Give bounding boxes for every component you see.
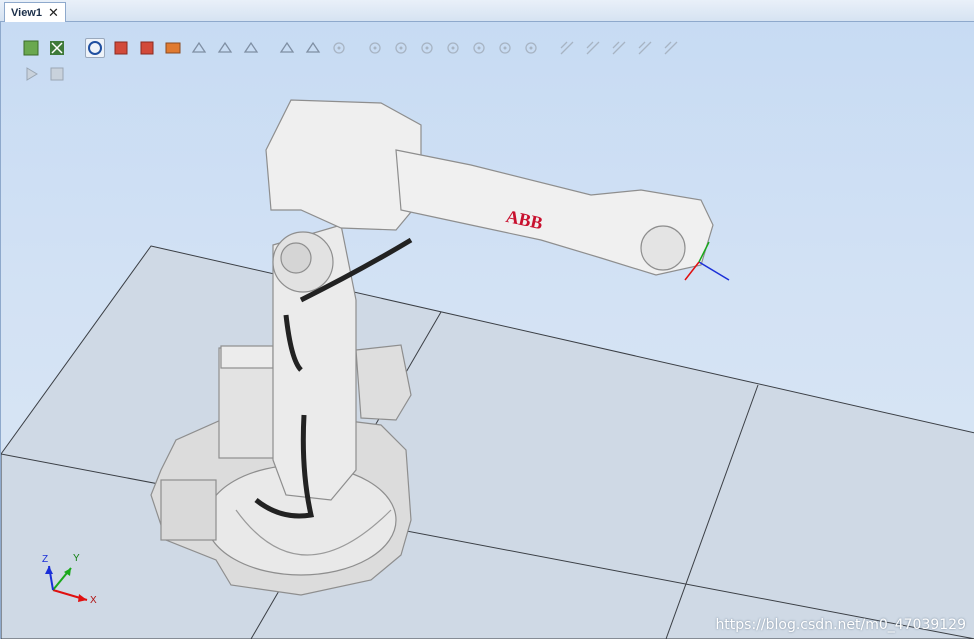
select-frame-icon[interactable]	[277, 38, 297, 58]
snap-mid-icon[interactable]	[391, 38, 411, 58]
select-path-icon[interactable]	[303, 38, 323, 58]
select-part-icon[interactable]	[163, 38, 183, 58]
view-center-icon[interactable]	[47, 38, 67, 58]
tab-title: View1	[11, 6, 42, 19]
select-curve-icon[interactable]	[85, 38, 105, 58]
measure-keep-icon[interactable]	[661, 38, 681, 58]
snap-grid-icon[interactable]	[495, 38, 515, 58]
select-target-icon[interactable]	[241, 38, 261, 58]
document-tab-bar: View1 ✕	[0, 0, 974, 22]
measure-minimum-distance-icon[interactable]	[635, 38, 655, 58]
select-mechanism-icon[interactable]	[189, 38, 209, 58]
axis-label-z: Z	[42, 554, 49, 565]
select-body-icon[interactable]	[137, 38, 157, 58]
snap-edge-icon[interactable]	[417, 38, 437, 58]
play-simulation-icon[interactable]	[21, 64, 41, 84]
view-all-icon[interactable]	[21, 38, 41, 58]
stop-simulation-icon[interactable]	[47, 64, 67, 84]
3d-viewport[interactable]: ABB X Y Z https://blog.csdn.net/m0_47039…	[0, 22, 974, 639]
axis-label-x: X	[90, 595, 97, 606]
snap-center-icon[interactable]	[365, 38, 385, 58]
measure-distance-icon[interactable]	[557, 38, 577, 58]
measure-diameter-icon[interactable]	[609, 38, 629, 58]
select-surface-icon[interactable]	[111, 38, 131, 58]
snap-local-origin-icon[interactable]	[469, 38, 489, 58]
axis-label-y: Y	[73, 553, 80, 564]
measure-angle-icon[interactable]	[583, 38, 603, 58]
snap-object-icon[interactable]	[329, 38, 349, 58]
close-icon[interactable]: ✕	[48, 6, 59, 19]
watermark: https://blog.csdn.net/m0_47039129	[715, 617, 966, 633]
snap-all-icon[interactable]	[521, 38, 541, 58]
3d-scene: ABB	[1, 99, 974, 639]
floor-grid	[1, 245, 974, 639]
select-group-icon[interactable]	[215, 38, 235, 58]
snap-end-icon[interactable]	[443, 38, 463, 58]
tab-view1[interactable]: View1 ✕	[4, 2, 66, 22]
